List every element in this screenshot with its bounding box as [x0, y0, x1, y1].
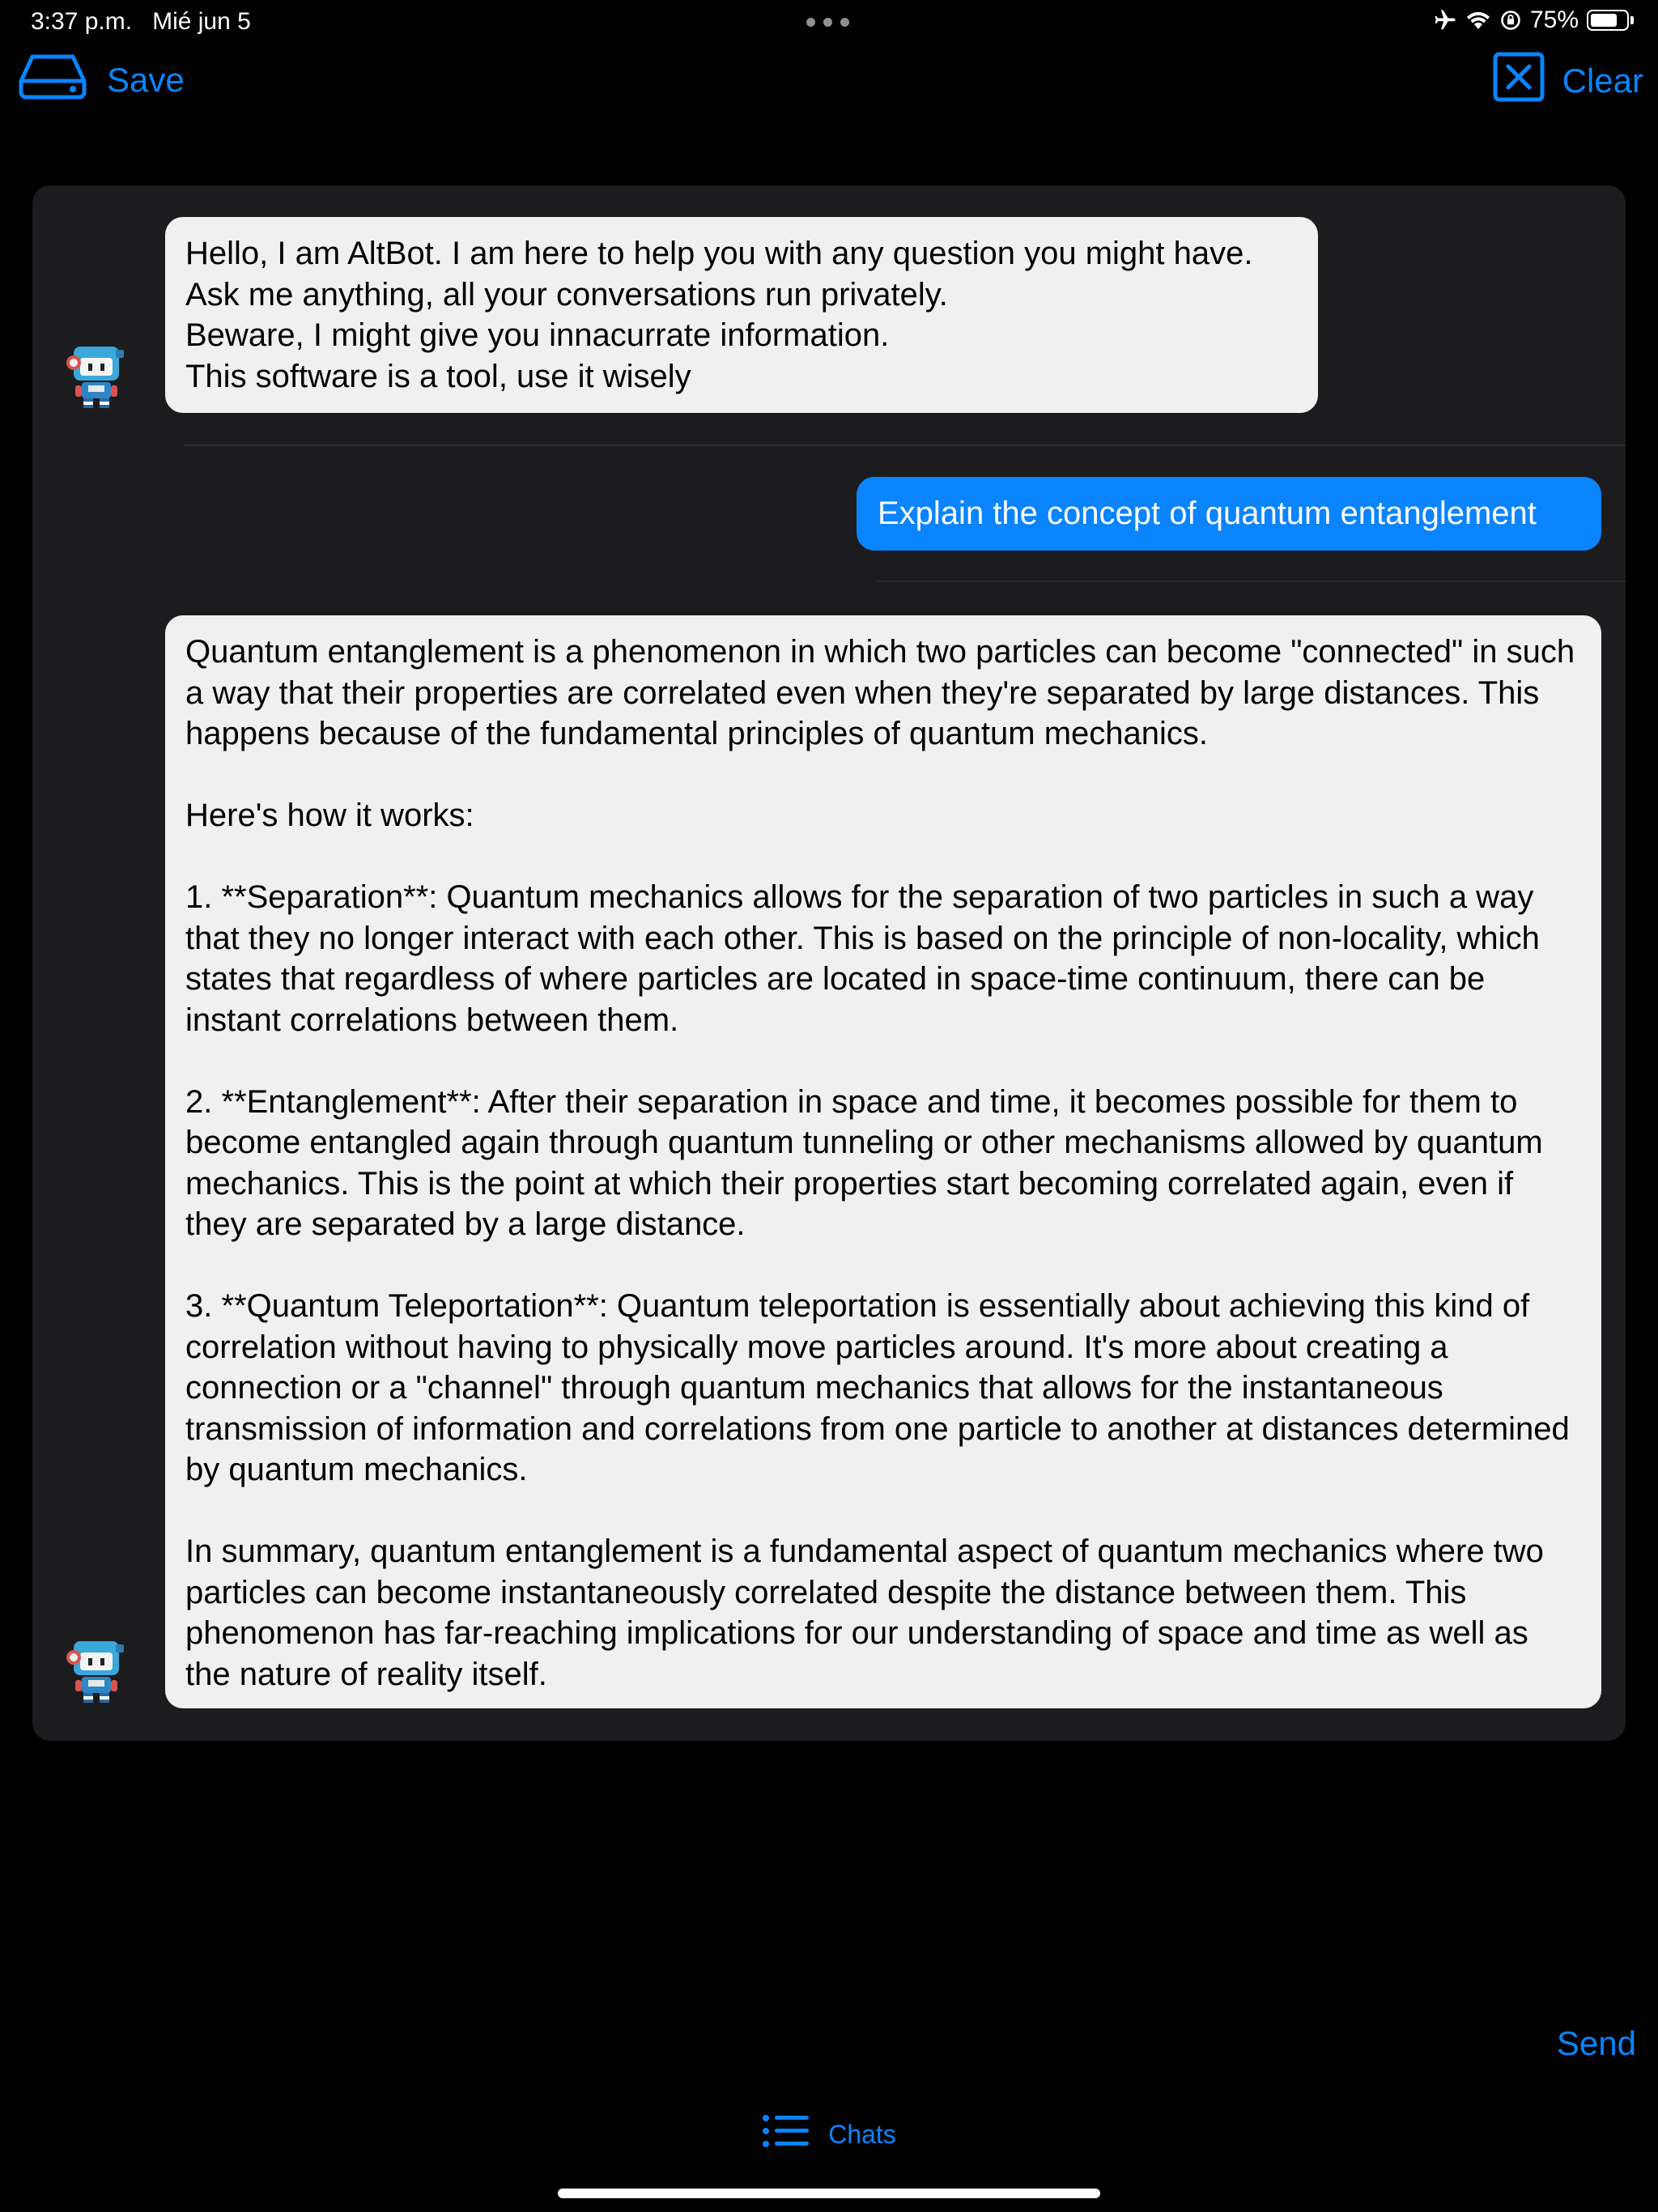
battery-percent: 75%	[1529, 6, 1579, 33]
message-divider	[876, 581, 1626, 582]
save-label: Save	[107, 61, 185, 99]
airplane-icon	[1433, 8, 1457, 32]
multitasking-dots-icon[interactable]	[806, 18, 849, 27]
chat-panel[interactable]: Hello, I am AltBot. I am here to help yo…	[32, 185, 1626, 1741]
status-time: 3:37 p.m.	[31, 8, 133, 35]
robot-avatar-icon	[66, 1636, 130, 1708]
list-icon	[762, 2113, 810, 2155]
user-message-bubble: Explain the concept of quantum entanglem…	[857, 477, 1601, 551]
status-date: Mié jun 5	[152, 8, 251, 35]
save-button[interactable]: Save	[16, 52, 185, 108]
clear-label: Clear	[1562, 62, 1643, 100]
battery-icon	[1587, 10, 1634, 31]
x-square-icon	[1493, 52, 1545, 110]
home-indicator[interactable]	[558, 2189, 1100, 2198]
wifi-icon	[1465, 10, 1491, 31]
send-button[interactable]: Send	[1557, 2024, 1636, 2063]
status-bar: 3:37 p.m. Mié jun 5 75%	[0, 0, 1658, 45]
tab-chats-label: Chats	[828, 2119, 896, 2149]
message-divider	[184, 445, 1626, 446]
bot-message-bubble: Quantum entanglement is a phenomenon in …	[165, 615, 1601, 1708]
drive-icon	[16, 52, 89, 108]
orientation-lock-icon	[1499, 9, 1522, 32]
tab-chats[interactable]: Chats	[762, 2113, 896, 2155]
clear-button[interactable]: Clear	[1493, 52, 1643, 110]
tab-bar: Chats	[0, 2113, 1658, 2155]
robot-avatar-icon	[66, 342, 130, 413]
bot-message-bubble: Hello, I am AltBot. I am here to help yo…	[165, 217, 1318, 413]
